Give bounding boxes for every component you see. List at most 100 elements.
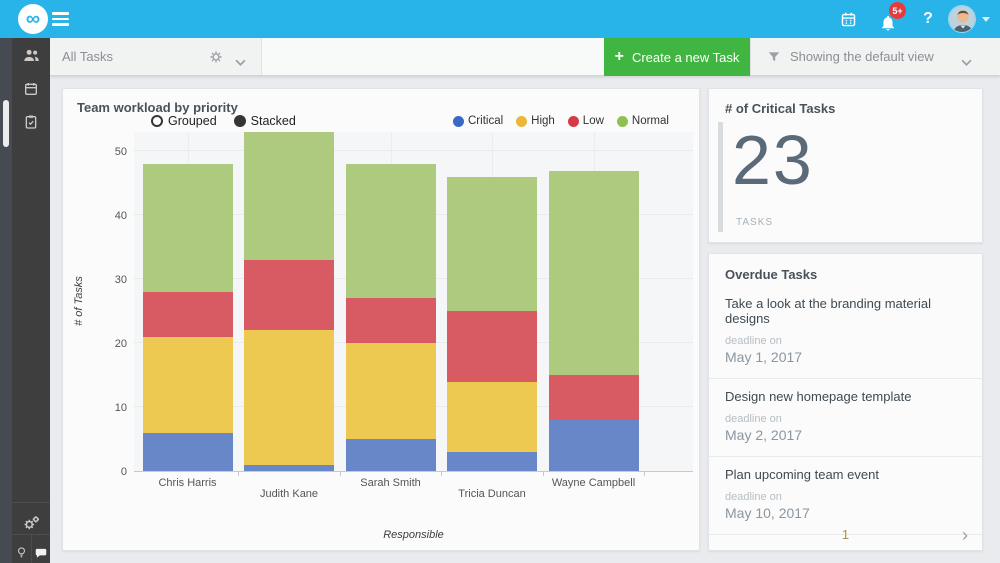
divider bbox=[12, 502, 50, 503]
sidebar-item-tasks[interactable] bbox=[12, 105, 50, 138]
kpi-unit-label: TASKS bbox=[736, 217, 773, 228]
logo-infinity-icon: ∞ bbox=[26, 9, 40, 29]
clipboard-check-icon bbox=[23, 114, 39, 130]
deadline-date: May 2, 2017 bbox=[725, 427, 966, 443]
overdue-title: Overdue Tasks bbox=[709, 254, 982, 286]
view-filter-dropdown[interactable]: Showing the default view bbox=[750, 38, 1000, 75]
left-sidebar bbox=[0, 38, 50, 563]
x-tick-label: Chris Harris bbox=[158, 477, 216, 489]
bar-segment-critical[interactable] bbox=[244, 465, 334, 471]
help-button[interactable]: ? bbox=[908, 0, 948, 38]
kpi-accent-bar bbox=[718, 122, 723, 232]
task-selector-label: All Tasks bbox=[62, 49, 113, 64]
bar-segment-critical[interactable] bbox=[549, 420, 639, 471]
task-selector-dropdown[interactable]: All Tasks bbox=[50, 38, 262, 75]
y-tick-label: 30 bbox=[91, 274, 127, 286]
chart-card: Team workload by priority Grouped Stacke… bbox=[62, 88, 700, 551]
chevron-down-icon[interactable] bbox=[235, 53, 246, 71]
bar-tricia-duncan[interactable] bbox=[447, 177, 537, 471]
pagination-current-page[interactable]: 1 bbox=[709, 527, 982, 542]
calendar-icon bbox=[23, 81, 39, 97]
x-axis-tick bbox=[441, 472, 442, 476]
bar-segment-normal[interactable] bbox=[549, 171, 639, 376]
avatar-photo bbox=[949, 6, 976, 33]
main-content: Team workload by priority Grouped Stacke… bbox=[50, 76, 1000, 563]
sidebar-item-calendar[interactable] bbox=[12, 72, 50, 105]
bar-segment-high[interactable] bbox=[346, 343, 436, 439]
task-name[interactable]: Design new homepage template bbox=[725, 389, 966, 404]
y-tick-label: 20 bbox=[91, 338, 127, 350]
y-tick-label: 40 bbox=[91, 210, 127, 222]
calendar-icon bbox=[840, 11, 857, 28]
bar-segment-high[interactable] bbox=[143, 337, 233, 433]
y-tick-label: 10 bbox=[91, 402, 127, 414]
x-tick-label: Judith Kane bbox=[260, 488, 318, 500]
deadline-date: May 10, 2017 bbox=[725, 505, 966, 521]
toolbar: All Tasks + Create a new Task bbox=[50, 38, 1000, 76]
deadline-date: May 1, 2017 bbox=[725, 349, 966, 365]
sidebar-item-chat[interactable] bbox=[31, 536, 50, 563]
chat-bubble-icon bbox=[34, 546, 48, 560]
deadline-label: deadline on bbox=[725, 413, 966, 425]
bar-segment-critical[interactable] bbox=[346, 439, 436, 471]
avatar-chevron-down-icon[interactable] bbox=[982, 17, 990, 22]
bar-segment-normal[interactable] bbox=[447, 177, 537, 311]
x-tick-label: Tricia Duncan bbox=[458, 488, 525, 500]
y-axis-label: # of Tasks bbox=[73, 271, 85, 331]
overdue-tasks-card: Overdue Tasks Take a look at the brandin… bbox=[708, 253, 983, 551]
sidebar-scrollbar[interactable] bbox=[0, 38, 12, 563]
bar-segment-high[interactable] bbox=[244, 330, 334, 464]
bar-segment-low[interactable] bbox=[549, 375, 639, 420]
create-task-label: Create a new Task bbox=[632, 50, 739, 65]
chart-area: # of Tasks Responsible 01020304050Chris … bbox=[63, 89, 701, 552]
bar-wayne-campbell[interactable] bbox=[549, 171, 639, 471]
header-actions: 5+ ? bbox=[828, 0, 1000, 38]
x-tick-label: Wayne Campbell bbox=[552, 477, 635, 489]
view-filter-label: Showing the default view bbox=[790, 49, 934, 64]
bar-segment-critical[interactable] bbox=[447, 452, 537, 471]
x-axis-label: Responsible bbox=[134, 529, 693, 541]
scrollbar-thumb[interactable] bbox=[3, 100, 9, 147]
notification-badge: 5+ bbox=[889, 2, 906, 19]
task-name[interactable]: Take a look at the branding material des… bbox=[725, 296, 966, 326]
sidebar-item-ideas[interactable] bbox=[12, 536, 31, 563]
question-mark-icon: ? bbox=[923, 10, 933, 28]
bar-segment-low[interactable] bbox=[143, 292, 233, 337]
bar-segment-high[interactable] bbox=[447, 382, 537, 452]
plus-icon: + bbox=[615, 49, 624, 65]
bar-segment-low[interactable] bbox=[447, 311, 537, 381]
pagination-next-icon[interactable]: › bbox=[962, 526, 968, 544]
bar-segment-normal[interactable] bbox=[143, 164, 233, 292]
critical-tasks-kpi-card: # of Critical Tasks 23 TASKS bbox=[708, 88, 983, 243]
hamburger-menu-icon[interactable] bbox=[52, 12, 69, 26]
task-item[interactable]: Take a look at the branding material des… bbox=[709, 286, 982, 379]
sidebar-item-team[interactable] bbox=[12, 39, 50, 72]
gridline bbox=[134, 150, 693, 151]
gear-icon[interactable] bbox=[209, 50, 223, 69]
notifications-button[interactable]: 5+ bbox=[868, 0, 908, 38]
chart-plot bbox=[134, 132, 693, 472]
filter-funnel-icon bbox=[767, 50, 781, 64]
chevron-down-icon[interactable] bbox=[961, 53, 972, 71]
bar-judith-kane[interactable] bbox=[244, 132, 334, 471]
task-item[interactable]: Plan upcoming team event deadline on May… bbox=[709, 457, 982, 535]
create-task-button[interactable]: + Create a new Task bbox=[604, 38, 750, 76]
bar-chris-harris[interactable] bbox=[143, 164, 233, 471]
calendar-button[interactable] bbox=[828, 0, 868, 38]
task-item[interactable]: Design new homepage template deadline on… bbox=[709, 379, 982, 457]
bar-segment-normal[interactable] bbox=[346, 164, 436, 298]
bar-segment-low[interactable] bbox=[244, 260, 334, 330]
kpi-value: 23 bbox=[732, 125, 814, 195]
task-name[interactable]: Plan upcoming team event bbox=[725, 467, 966, 482]
user-avatar[interactable] bbox=[948, 5, 976, 33]
app-logo[interactable]: ∞ bbox=[18, 4, 48, 34]
bar-segment-normal[interactable] bbox=[244, 132, 334, 260]
bar-sarah-smith[interactable] bbox=[346, 164, 436, 471]
bar-segment-critical[interactable] bbox=[143, 433, 233, 471]
users-icon bbox=[22, 46, 41, 65]
x-axis-tick bbox=[340, 472, 341, 476]
x-tick-label: Sarah Smith bbox=[360, 477, 421, 489]
bar-segment-low[interactable] bbox=[346, 298, 436, 343]
top-header: ∞ 5+ ? bbox=[0, 0, 1000, 38]
deadline-label: deadline on bbox=[725, 335, 966, 347]
